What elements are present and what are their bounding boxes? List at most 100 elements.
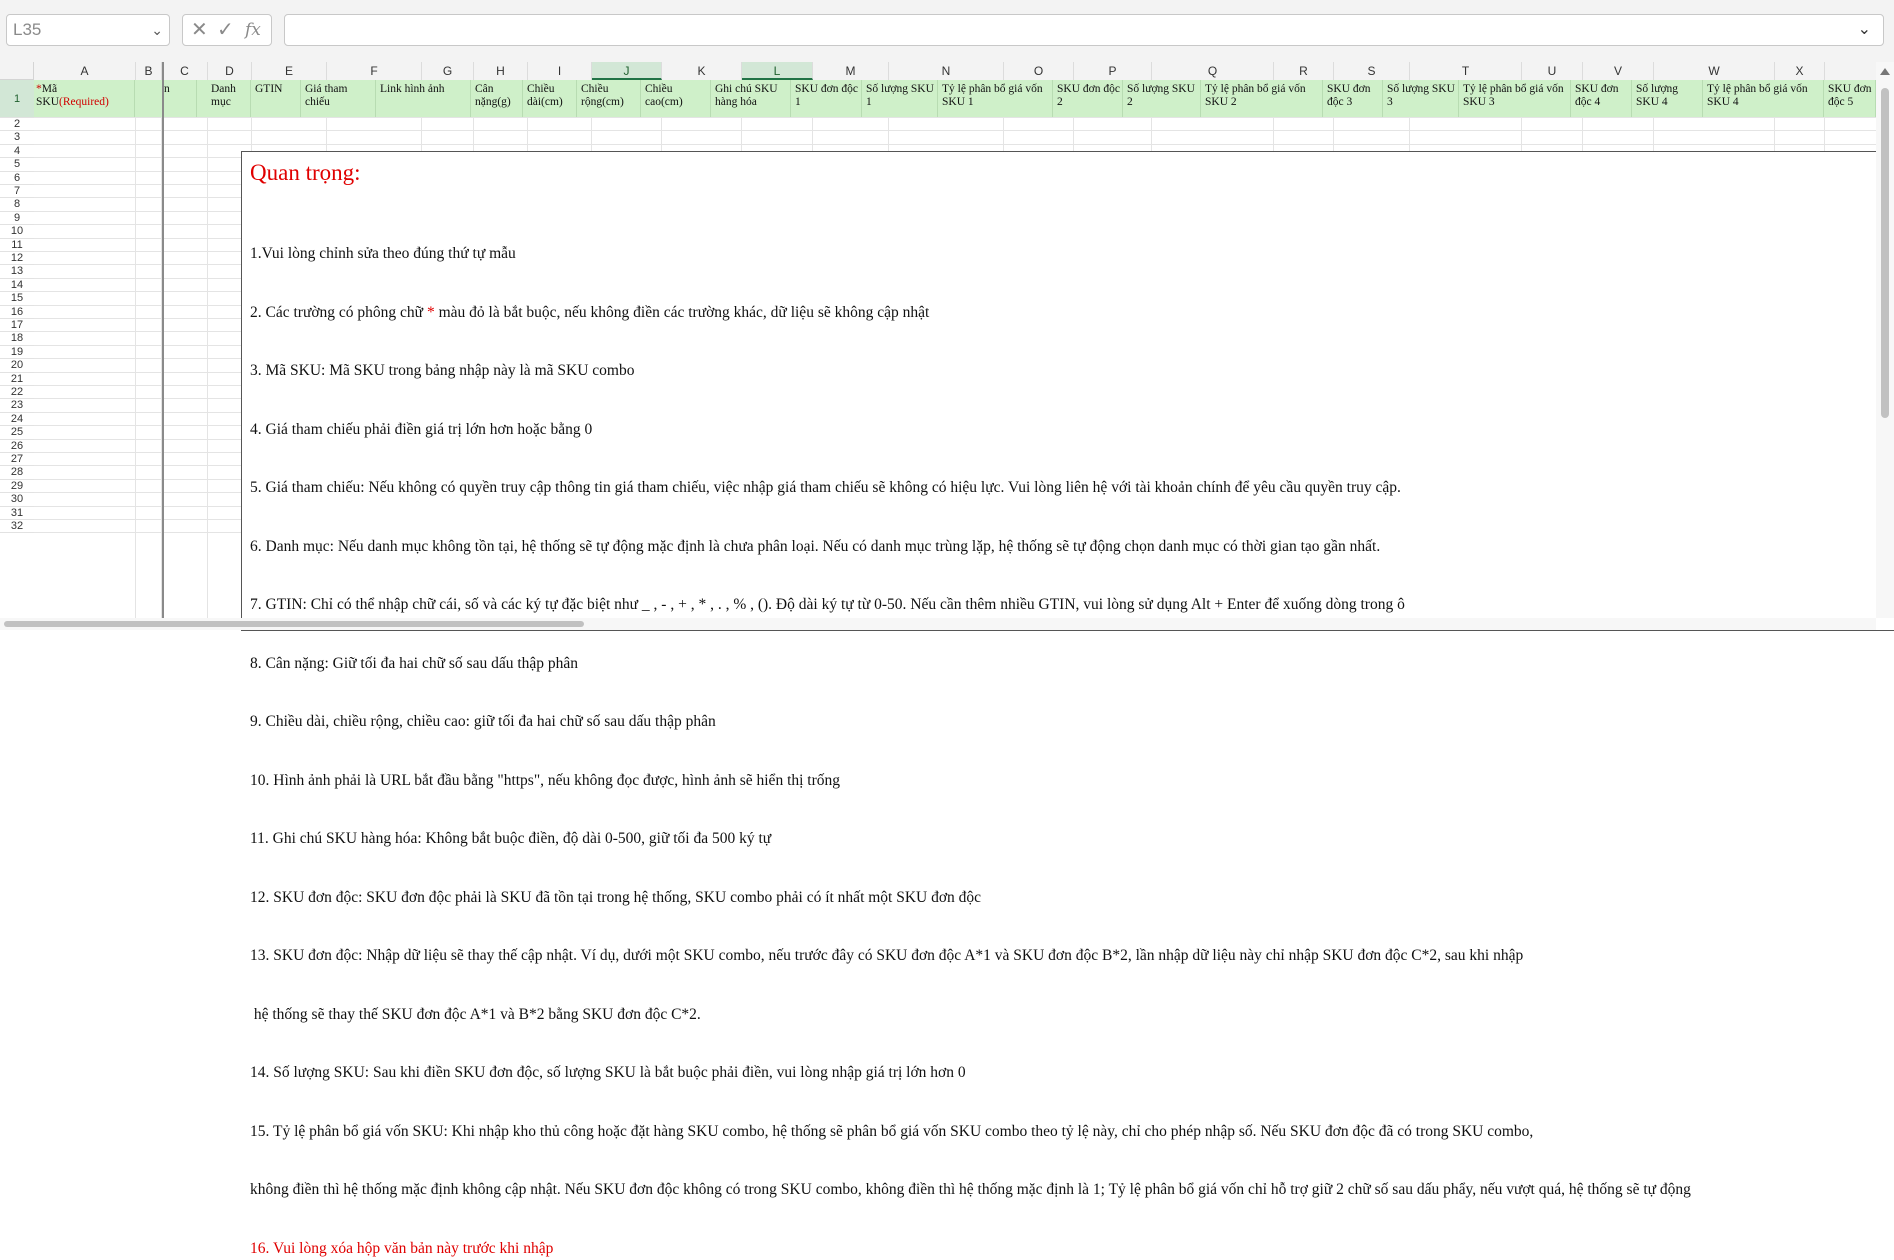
column-header-l[interactable]: L [742,62,813,80]
row-header-20[interactable]: 20 [0,359,34,373]
formula-actions: ✕ ✓ fx [182,14,272,46]
header-cell-sku-qty-4[interactable]: Số lượng SKU 4 [1634,80,1703,118]
header-cell-image-link[interactable]: Link hình ảnh [378,80,471,118]
notice-line: 8. Cân nặng: Giữ tối đa hai chữ số sau d… [250,654,579,672]
row-header-25[interactable]: 25 [0,426,34,440]
column-header-p[interactable]: P [1074,62,1152,80]
column-header-c[interactable]: C [162,62,208,80]
row-header-28[interactable]: 28 [0,466,34,480]
header-cell-reference-price[interactable]: Giá tham chiếu [303,80,376,118]
header-cell-cost-ratio-4[interactable]: Tỷ lệ phân bổ giá vốn SKU 4 [1705,80,1824,118]
header-cell-height[interactable]: Chiều cao(cm) [643,80,711,118]
column-header-d[interactable]: D [208,62,252,80]
horizontal-scrollbar[interactable] [0,618,1876,630]
row-header-1[interactable]: 1 [0,80,34,118]
column-header-u[interactable]: U [1522,62,1583,80]
column-header-w[interactable]: W [1654,62,1775,80]
row-header-21[interactable]: 21 [0,373,34,386]
row-header-3[interactable]: 3 [0,131,34,145]
header-cell-single-sku-4[interactable]: SKU đơn độc 4 [1573,80,1632,118]
header-cell-category[interactable]: Danh mục [209,80,251,118]
header-cell-sku-qty-3[interactable]: Số lượng SKU 3 [1385,80,1459,118]
header-cell-cost-ratio-2[interactable]: Tỷ lệ phân bổ giá vốn SKU 2 [1203,80,1323,118]
column-header-r[interactable]: R [1274,62,1334,80]
header-cell-weight[interactable]: Cân nặng(g) [473,80,523,118]
cancel-icon[interactable]: ✕ [191,15,208,45]
vertical-scrollbar[interactable] [1876,62,1894,618]
header-cell-sku-qty-1[interactable]: Số lượng SKU 1 [864,80,938,118]
column-header-t[interactable]: T [1410,62,1522,80]
row-header-24[interactable]: 24 [0,413,34,427]
row-header-19[interactable]: 19 [0,346,34,360]
row-header-32[interactable]: 32 [0,520,34,534]
row-header-15[interactable]: 15 [0,292,34,306]
formula-input[interactable]: ⌄ [284,14,1884,46]
column-header-h[interactable]: H [474,62,528,80]
gridline-horizontal [34,117,1876,118]
name-box[interactable]: L35 ⌄ [6,14,170,46]
row-header-18[interactable]: 18 [0,332,34,346]
row-header-11[interactable]: 11 [0,239,34,252]
column-header-g[interactable]: G [422,62,474,80]
row-header-16[interactable]: 16 [0,306,34,319]
confirm-icon[interactable]: ✓ [217,15,234,45]
header-cell-cost-ratio-1[interactable]: Tỷ lệ phân bổ giá vốn SKU 1 [940,80,1053,118]
column-header-i[interactable]: I [528,62,592,80]
row-header-7[interactable]: 7 [0,185,34,199]
chevron-down-icon[interactable]: ⌄ [151,15,163,45]
column-header-o[interactable]: O [1004,62,1074,80]
header-cell-single-sku-1[interactable]: SKU đơn độc 1 [793,80,862,118]
header-row: *Mã SKU(Required) n Danh mục GTIN Giá th… [34,80,1876,118]
column-header-f[interactable]: F [327,62,422,80]
header-cell-gtin[interactable]: GTIN [253,80,301,118]
notice-line: 15. Tỷ lệ phân bổ giá vốn SKU: Khi nhập … [250,1122,1534,1140]
row-header-29[interactable]: 29 [0,480,34,494]
row-header-22[interactable]: 22 [0,386,34,400]
column-header-k[interactable]: K [662,62,742,80]
row-header-17[interactable]: 17 [0,319,34,333]
column-header-q[interactable]: Q [1152,62,1274,80]
header-cell-sku[interactable]: *Mã SKU(Required) [34,80,135,118]
row-header-30[interactable]: 30 [0,493,34,507]
row-header-10[interactable]: 10 [0,225,34,239]
row-header-8[interactable]: 8 [0,198,34,212]
column-header-j[interactable]: J [592,62,662,80]
header-cell-length[interactable]: Chiều dài(cm) [525,80,577,118]
header-cell-single-sku-5[interactable]: SKU đơn độc 5 [1826,80,1876,118]
header-cell-b[interactable]: n [162,80,197,118]
row-header-23[interactable]: 23 [0,399,34,413]
notice-line-part: 2. Các trường có phông chữ [250,303,427,321]
header-cell-cost-ratio-3[interactable]: Tỷ lệ phân bổ giá vốn SKU 3 [1461,80,1571,118]
row-header-13[interactable]: 13 [0,265,34,279]
header-cell-single-sku-3[interactable]: SKU đơn độc 3 [1325,80,1383,118]
column-header-x[interactable]: X [1775,62,1825,80]
column-header-a[interactable]: A [34,62,136,80]
row-header-6[interactable]: 6 [0,172,34,185]
vertical-scroll-thumb[interactable] [1881,88,1889,418]
row-header-26[interactable]: 26 [0,440,34,453]
header-cell-width[interactable]: Chiều rộng(cm) [579,80,641,118]
row-header-31[interactable]: 31 [0,507,34,520]
column-header-e[interactable]: E [252,62,327,80]
row-header-14[interactable]: 14 [0,279,34,293]
row-header-27[interactable]: 27 [0,453,34,467]
row-header-9[interactable]: 9 [0,212,34,226]
instructions-textbox[interactable]: Quan trọng: 1.Vui lòng chỉnh sửa theo đú… [241,151,1894,1257]
column-header-m[interactable]: M [813,62,889,80]
row-header-12[interactable]: 12 [0,252,34,266]
scroll-up-arrow-icon[interactable] [1880,68,1890,75]
column-header-b[interactable]: B [136,62,162,80]
row-header-5[interactable]: 5 [0,158,34,172]
header-cell-sku-qty-2[interactable]: Số lượng SKU 2 [1125,80,1201,118]
select-all-corner[interactable] [0,62,34,80]
column-header-v[interactable]: V [1583,62,1654,80]
header-cell-single-sku-2[interactable]: SKU đơn độc 2 [1055,80,1123,118]
row-header-2[interactable]: 2 [0,118,34,132]
insert-function-icon[interactable]: fx [245,15,261,45]
header-cell-sku-note[interactable]: Ghi chú SKU hàng hóa [713,80,791,118]
horizontal-scroll-thumb[interactable] [4,621,584,627]
expand-formula-chevron-icon[interactable]: ⌄ [1858,19,1871,39]
column-header-n[interactable]: N [889,62,1004,80]
column-header-s[interactable]: S [1334,62,1410,80]
row-header-4[interactable]: 4 [0,145,34,159]
